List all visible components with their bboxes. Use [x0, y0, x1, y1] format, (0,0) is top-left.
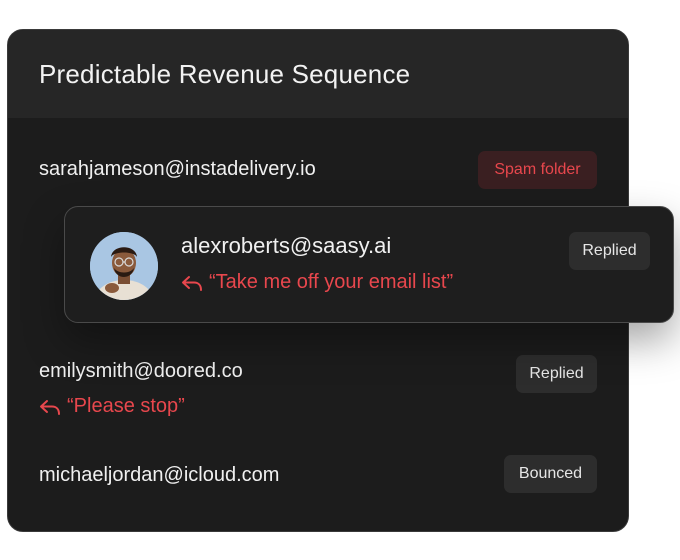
- status-badge-replied: Replied: [516, 355, 597, 393]
- reply-quote-alex: “Take me off your email list”: [181, 271, 453, 294]
- status-badge-bounced: Bounced: [504, 455, 597, 493]
- avatar: [90, 232, 158, 300]
- status-badge-replied-popup: Replied: [569, 232, 650, 270]
- reply-text: “Please stop”: [67, 395, 185, 417]
- contact-email-alex[interactable]: alexroberts@saasy.ai: [181, 233, 391, 259]
- reply-arrow-icon: [182, 275, 202, 291]
- stage: Predictable Revenue Sequence sarahjameso…: [0, 0, 680, 560]
- contact-email-michael[interactable]: michaeljordan@icloud.com: [39, 464, 279, 487]
- highlighted-contact-card[interactable]: alexroberts@saasy.ai Replied “Take me of…: [64, 206, 674, 323]
- reply-quote-emily: “Please stop”: [39, 395, 185, 418]
- contact-email-emily[interactable]: emilysmith@doored.co: [39, 360, 243, 383]
- contact-email-sarah[interactable]: sarahjameson@instadelivery.io: [39, 158, 316, 181]
- status-badge-spam: Spam folder: [478, 151, 597, 189]
- card-title: Predictable Revenue Sequence: [39, 58, 411, 89]
- card-header: Predictable Revenue Sequence: [8, 30, 628, 118]
- reply-arrow-icon: [40, 399, 60, 415]
- reply-text: “Take me off your email list”: [209, 271, 454, 293]
